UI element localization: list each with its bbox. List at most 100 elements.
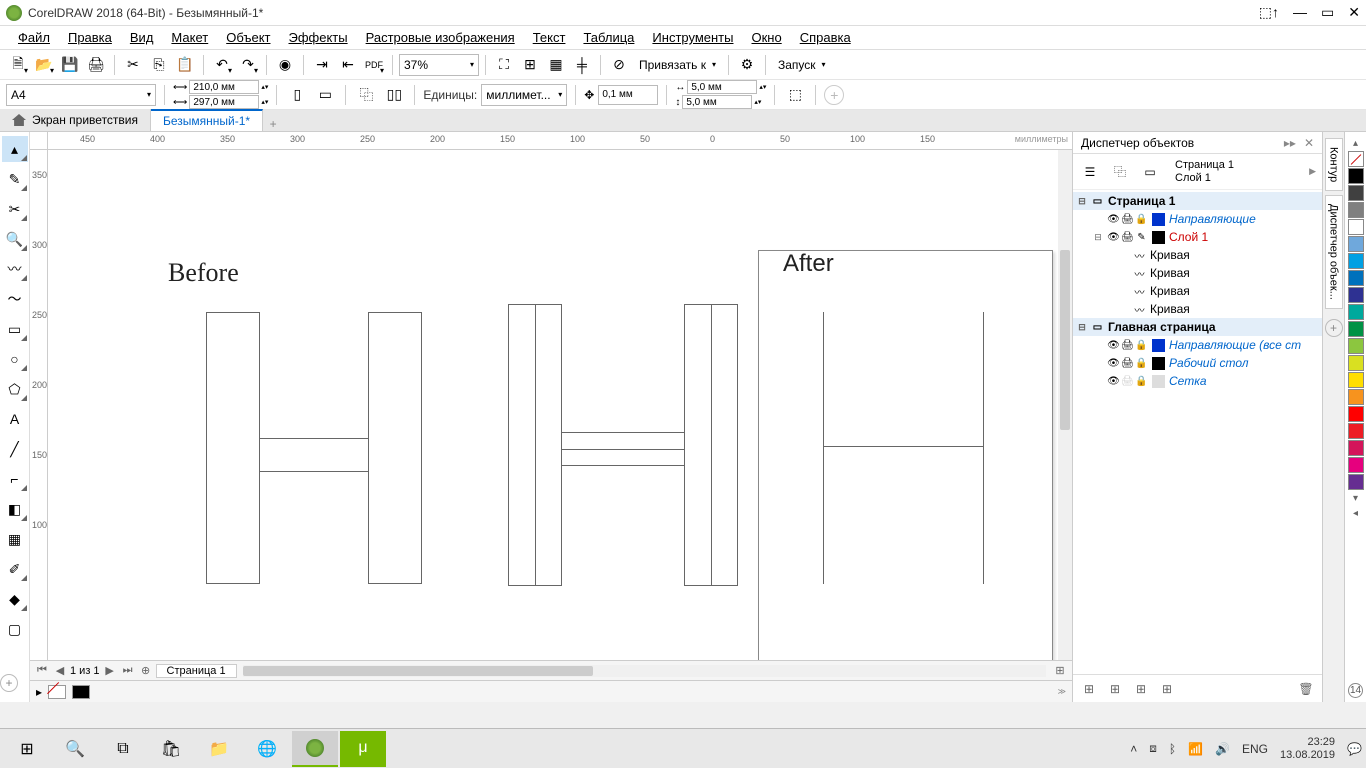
launch-button[interactable]: Запуск — [772, 53, 832, 77]
page-width-input[interactable]: 210,0 мм — [189, 80, 259, 94]
shape-tool[interactable]: ✎ — [2, 166, 28, 192]
freehand-tool[interactable]: 〰 — [2, 256, 28, 282]
layer-color-swatch[interactable] — [1152, 375, 1165, 388]
palette-flyout-icon[interactable]: ◂ — [1353, 508, 1358, 519]
volume-icon[interactable]: 🔊 — [1215, 742, 1230, 756]
ruler-origin[interactable] — [30, 132, 48, 150]
tree-grid[interactable]: 👁🖨🔒 Сетка — [1073, 372, 1322, 390]
new-master-layer-odd-button[interactable]: ⊞ — [1157, 679, 1177, 699]
outline-swatch[interactable] — [72, 685, 90, 699]
dupy-input[interactable]: 5,0 мм — [682, 95, 752, 109]
color-swatch[interactable] — [1348, 253, 1364, 269]
drop-shadow-tool[interactable]: ◧ — [2, 496, 28, 522]
color-swatch[interactable] — [1348, 457, 1364, 473]
eye-icon[interactable]: 👁 — [1107, 339, 1120, 352]
color-swatch[interactable] — [1348, 321, 1364, 337]
bluetooth-icon[interactable]: ᛒ — [1169, 742, 1176, 756]
pick-tool[interactable]: ▴ — [2, 136, 28, 162]
palette-down-icon[interactable]: ▾ — [1353, 493, 1358, 504]
wifi-icon[interactable]: 📶 — [1188, 742, 1203, 756]
portrait-button[interactable]: ▯ — [285, 83, 309, 107]
current-page-button[interactable]: ▯▯ — [382, 83, 406, 107]
flyout-icon[interactable]: ▶ — [1309, 166, 1316, 177]
lock-icon[interactable]: 🔒 — [1135, 357, 1148, 370]
add-docker-button[interactable]: + — [1325, 319, 1343, 337]
color-swatch[interactable] — [1348, 355, 1364, 371]
tree-master-page[interactable]: ⊟ ▭ Главная страница — [1073, 318, 1322, 336]
menu-layout[interactable]: Макет — [163, 28, 216, 47]
side-tab-object-manager[interactable]: Диспетчер объек... — [1325, 195, 1343, 309]
layer-color-swatch[interactable] — [1152, 231, 1165, 244]
menu-effects[interactable]: Эффекты — [281, 28, 356, 47]
search-content-button[interactable]: ◉ — [273, 53, 297, 77]
edge-button[interactable]: 🌐 — [244, 731, 290, 767]
clock[interactable]: 23:29 13.08.2019 — [1280, 736, 1335, 762]
undo-button[interactable]: ↶ — [210, 53, 234, 77]
new-master-layer-button[interactable]: ⊞ — [1105, 679, 1125, 699]
side-tab-outline[interactable]: Контур — [1325, 138, 1343, 191]
collapse-icon[interactable]: ⊟ — [1077, 322, 1087, 333]
explorer-button[interactable]: 📁 — [196, 731, 242, 767]
print-icon[interactable]: 🖨 — [1121, 339, 1134, 352]
utorrent-button[interactable]: μ — [340, 731, 386, 767]
menu-object[interactable]: Объект — [218, 28, 278, 47]
color-swatch[interactable] — [1348, 236, 1364, 252]
docker-collapse-icon[interactable]: ▸▸ — [1284, 136, 1296, 150]
dropbox-icon[interactable]: ⧈ — [1149, 741, 1157, 756]
lock-icon[interactable]: 🔒 — [1135, 375, 1148, 388]
color-swatch[interactable] — [1348, 474, 1364, 490]
new-tab-button[interactable]: + — [263, 117, 283, 131]
color-swatch[interactable] — [1348, 219, 1364, 235]
nudge-input[interactable]: 0,1 мм — [598, 85, 658, 105]
units-combo[interactable]: миллимет...▾ — [481, 84, 567, 106]
layer-manager-view-button[interactable]: ☰ — [1079, 161, 1101, 183]
tree-curve[interactable]: 〰Кривая — [1073, 300, 1322, 318]
store-button[interactable]: 🛍 — [148, 731, 194, 767]
menu-window[interactable]: Окно — [743, 28, 789, 47]
menu-table[interactable]: Таблица — [575, 28, 642, 47]
collapse-icon[interactable]: ⊟ — [1093, 232, 1103, 243]
rulers-button[interactable]: ⊞ — [518, 53, 542, 77]
text-tool[interactable]: A — [2, 406, 28, 432]
cloud-icon[interactable]: ⬚↑ — [1259, 4, 1279, 21]
vertical-ruler[interactable]: 350 300 250 200 150 100 — [30, 150, 48, 660]
polygon-tool[interactable]: ⬠ — [2, 376, 28, 402]
scroll-right-icon[interactable]: ≫ — [1058, 687, 1066, 696]
artistic-media-tool[interactable]: 〜 — [2, 286, 28, 312]
dupx-input[interactable]: 5,0 мм — [687, 80, 757, 94]
palette-up-icon[interactable]: ▴ — [1353, 138, 1358, 149]
tree-desktop[interactable]: 👁🖨🔒 Рабочий стол — [1073, 354, 1322, 372]
transparency-tool[interactable]: ▦ — [2, 526, 28, 552]
horizontal-ruler[interactable]: 450 400 350 300 250 200 150 100 50 0 50 … — [30, 132, 1072, 150]
cut-button[interactable]: ✂ — [121, 53, 145, 77]
crop-tool[interactable]: ✂ — [2, 196, 28, 222]
tree-curve[interactable]: 〰Кривая — [1073, 282, 1322, 300]
delete-button[interactable]: 🗑 — [1296, 679, 1316, 699]
page-size-combo[interactable]: A4▾ — [6, 84, 156, 106]
copy-button[interactable]: ⎘ — [147, 53, 171, 77]
color-swatch[interactable] — [1348, 372, 1364, 388]
minimize-button[interactable]: — — [1293, 4, 1307, 21]
parallel-dimension-tool[interactable]: ╱ — [2, 436, 28, 462]
redo-button[interactable]: ↷ — [236, 53, 260, 77]
maximize-button[interactable]: ▭ — [1321, 4, 1334, 21]
start-button[interactable]: ⊞ — [4, 731, 50, 767]
menu-bitmaps[interactable]: Растровые изображения — [358, 28, 523, 47]
menu-file[interactable]: Файл — [10, 28, 58, 47]
guides-button[interactable]: ╪ — [570, 53, 594, 77]
interactive-fill-tool[interactable]: ◆ — [2, 586, 28, 612]
print-icon[interactable]: 🖨 — [1121, 375, 1134, 388]
color-swatch[interactable] — [1348, 423, 1364, 439]
save-button[interactable]: 💾 — [58, 53, 82, 77]
quick-customize-button[interactable]: + — [0, 674, 18, 692]
print-icon[interactable]: 🖨 — [1121, 231, 1134, 244]
tab-document[interactable]: Безымянный-1* — [151, 109, 263, 131]
new-master-layer-all-button[interactable]: ⊞ — [1131, 679, 1151, 699]
page-height-input[interactable]: 297,0 мм — [189, 95, 259, 109]
color-swatch[interactable] — [1348, 287, 1364, 303]
eyedropper-tool[interactable]: ✐ — [2, 556, 28, 582]
menu-edit[interactable]: Правка — [60, 28, 120, 47]
tab-welcome[interactable]: Экран приветствия — [0, 109, 151, 131]
close-button[interactable]: ✕ — [1348, 4, 1360, 21]
language-indicator[interactable]: ENG — [1242, 742, 1268, 756]
